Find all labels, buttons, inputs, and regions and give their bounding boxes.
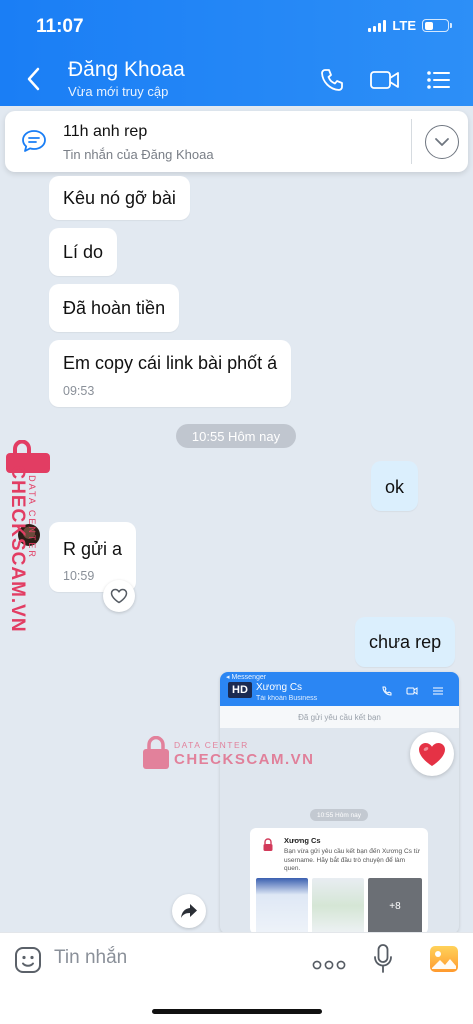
message-bubble[interactable]: Đã hoàn tiền: [49, 284, 180, 332]
embedded-app-label: ◂ Messenger: [226, 674, 267, 681]
image-icon: [430, 946, 458, 972]
chevron-down-icon: [435, 138, 449, 146]
signal-icon: [368, 19, 387, 32]
network-label: LTE: [392, 18, 416, 33]
chevron-left-icon: [27, 67, 40, 91]
forward-button[interactable]: [172, 894, 206, 928]
message-text: R gửi a: [63, 539, 123, 559]
watermark-vertical: DATA CENTER CHECKSCAM.VN: [4, 440, 56, 640]
watermark-brand: CHECKSCAM.VN: [174, 751, 315, 768]
status-indicators: LTE: [368, 18, 452, 33]
message-time: 09:53: [63, 384, 95, 398]
more-dots-icon: [312, 960, 346, 970]
embedded-card-body: Bạn vừa gửi yêu cầu kết bạn đến Xương Cs…: [284, 848, 420, 872]
video-icon: [370, 71, 399, 89]
chat-header: 11:07 LTE Đăng Khoaa Vừa mới truy cập: [0, 0, 473, 106]
embedded-name: Xương Cs: [256, 682, 303, 693]
message-text: Đã hoàn tiền: [63, 298, 166, 318]
thumbnail: [256, 878, 308, 934]
phone-icon: [382, 686, 392, 696]
more-thumbnails: +8: [368, 878, 422, 934]
video-icon: [406, 687, 418, 695]
status-time: 11:07: [36, 16, 84, 37]
pinned-subtitle: Tin nhắn của Đăng Khoaa: [63, 147, 214, 162]
message-text: chưa rep: [369, 632, 442, 652]
watermark-tag: DATA CENTER: [27, 475, 37, 559]
thumbnail: [312, 878, 364, 934]
watermark-center: DATA CENTER CHECKSCAM.VN: [142, 736, 315, 772]
chat-bubble-icon: [22, 130, 46, 152]
pinned-message[interactable]: 11h anh rep Tin nhắn của Đăng Khoaa: [5, 111, 468, 172]
embedded-header: ◂ Messenger HD Xương Cs Tài khoản Busine…: [220, 672, 459, 706]
message-text: Em copy cái link bài phốt á: [63, 353, 278, 373]
contact-status: Vừa mới truy cập: [68, 84, 169, 99]
video-call-button[interactable]: [369, 66, 401, 94]
contact-name[interactable]: Đăng Khoaa: [68, 58, 185, 82]
heart-outline-icon: [110, 588, 128, 604]
my-message-bubble[interactable]: chưa rep: [355, 617, 456, 667]
message-input[interactable]: Tin nhắn: [54, 947, 127, 969]
pinned-title: 11h anh rep: [63, 123, 148, 140]
heart-icon: [419, 742, 445, 766]
embedded-subtitle: Tài khoản Business: [256, 695, 318, 702]
message-text: ok: [385, 477, 405, 497]
options-button[interactable]: [422, 66, 454, 94]
menu-list-icon: [433, 687, 443, 695]
back-button[interactable]: [22, 64, 46, 94]
message-bubble[interactable]: Lí do: [49, 228, 118, 276]
watermark-tag: DATA CENTER: [174, 740, 249, 750]
message-text: Kêu nó gỡ bài: [63, 188, 176, 208]
message-bubble[interactable]: Kêu nó gỡ bài: [49, 176, 190, 220]
embedded-card: Xương Cs Bạn vừa gửi yêu cầu kết bạn đến…: [250, 828, 428, 934]
sticker-icon: [15, 947, 41, 973]
embedded-time-pill: 10:55 Hôm nay: [310, 809, 368, 821]
share-arrow-icon: [181, 904, 197, 918]
my-message-bubble[interactable]: ok: [371, 461, 419, 511]
heart-reaction[interactable]: [410, 732, 454, 776]
menu-list-icon: [427, 71, 450, 89]
lock-icon: [263, 838, 273, 851]
message-time: 10:59: [63, 569, 95, 583]
emoji-button[interactable]: [13, 945, 43, 975]
embedded-request-text: Đã gửi yêu cầu kết bạn: [220, 706, 459, 728]
embedded-badge: HD: [228, 682, 252, 698]
battery-icon: [422, 19, 452, 32]
more-options-button[interactable]: [312, 957, 346, 970]
microphone-icon: [374, 944, 392, 973]
call-button[interactable]: [316, 66, 348, 94]
photo-button[interactable]: [429, 945, 459, 973]
voice-button[interactable]: [372, 943, 394, 977]
message-text: Lí do: [63, 242, 104, 262]
image-message[interactable]: ◂ Messenger HD Xương Cs Tài khoản Busine…: [220, 672, 459, 934]
home-indicator: [152, 1009, 322, 1014]
time-separator: 10:55 Hôm nay: [176, 424, 296, 448]
message-composer: Tin nhắn: [0, 932, 473, 1024]
lock-logo-icon: [143, 736, 169, 769]
phone-icon: [321, 69, 343, 91]
divider: [411, 119, 412, 164]
expand-pinned-button[interactable]: [425, 125, 459, 159]
embedded-card-title: Xương Cs: [284, 836, 321, 845]
react-button[interactable]: [103, 580, 135, 612]
message-bubble[interactable]: Em copy cái link bài phốt á 09:53: [49, 340, 292, 407]
watermark-brand: CHECKSCAM.VN: [7, 465, 28, 633]
